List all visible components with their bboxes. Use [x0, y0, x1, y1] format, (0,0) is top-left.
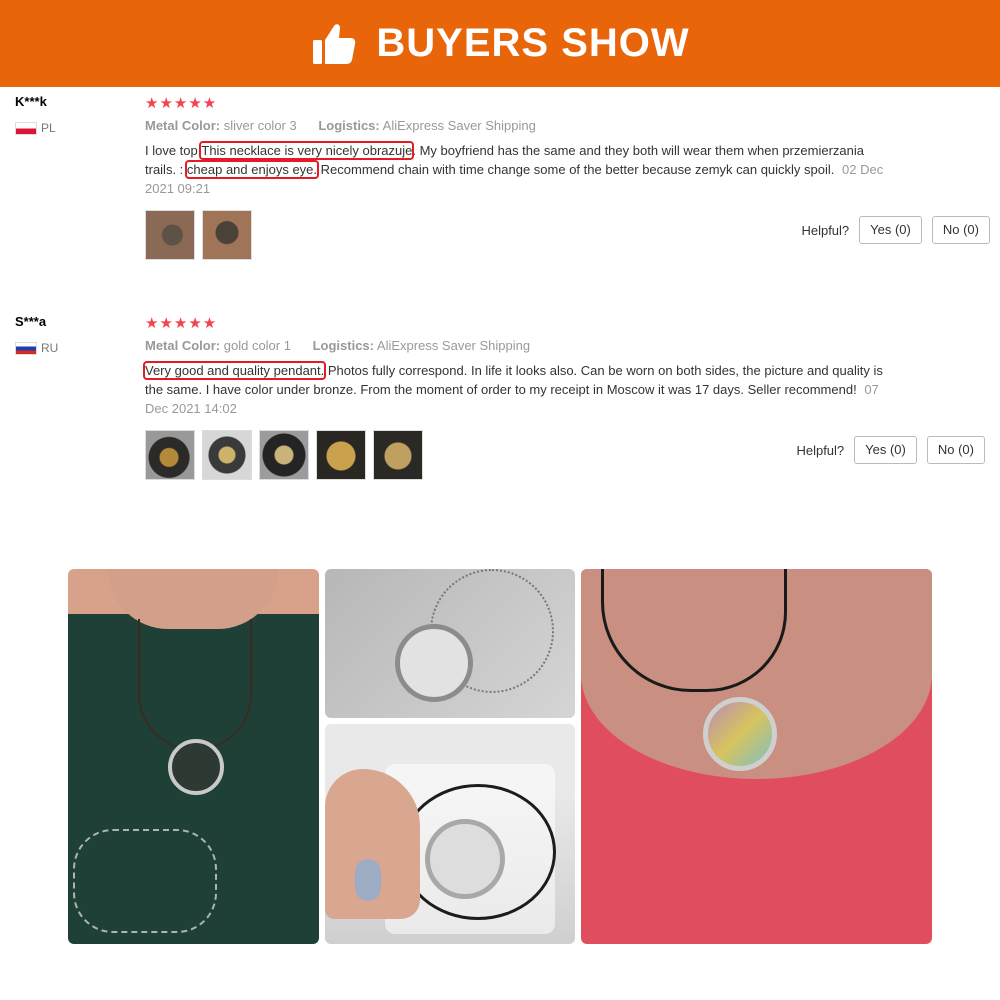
customer-photo-pendant-chain	[325, 569, 575, 718]
thumbs-up-icon	[313, 23, 356, 64]
metal-color-label: Metal Color:	[145, 338, 221, 353]
reviewer-name: S***a	[15, 314, 47, 329]
review-text: I love top.This necklace is very nicely …	[145, 141, 890, 198]
review-meta: Metal Color: sliver color 3 Logistics: A…	[145, 118, 890, 133]
helpful-votes: Helpful? Yes (0) No (0)	[801, 216, 990, 244]
russia-flag-icon	[15, 341, 37, 355]
logistics-value: AliExpress Saver Shipping	[382, 118, 536, 133]
review-meta: Metal Color: gold color 1 Logistics: Ali…	[145, 338, 890, 353]
review-item: K***k PL ★★★★★ Metal Color: sliver color…	[0, 94, 1000, 294]
review-content: ★★★★★ Metal Color: gold color 1 Logistic…	[142, 314, 890, 480]
review-text: Very good and quality pendant. Photos fu…	[142, 361, 890, 418]
review-text-segment: Recommend chain with time change some of…	[317, 162, 835, 177]
review-photo-thumbnail[interactable]	[373, 430, 423, 480]
logistics-label: Logistics:	[318, 118, 380, 133]
helpful-no-button[interactable]: No (0)	[931, 216, 990, 244]
helpful-no-button[interactable]: No (0)	[926, 436, 985, 464]
review-photo-thumbnail[interactable]	[145, 430, 195, 480]
buyers-show-banner: BUYERS SHOW	[0, 0, 1000, 87]
logistics-value: AliExpress Saver Shipping	[376, 338, 531, 353]
review-photo-thumbnail[interactable]	[316, 430, 366, 480]
review-content: ★★★★★ Metal Color: sliver color 3 Logist…	[145, 94, 890, 260]
highlighted-phrase: This necklace is very nicely obrazuje	[199, 141, 415, 160]
review-photo-thumbnail[interactable]	[145, 210, 195, 260]
review-photo-thumbnail[interactable]	[259, 430, 309, 480]
customer-photo-pink-shirt	[581, 569, 932, 944]
helpful-yes-button[interactable]: Yes (0)	[859, 216, 922, 244]
customer-photo-pendant-in-bag	[325, 724, 575, 944]
customer-photo-green-shirt	[68, 569, 319, 944]
reviewer-name: K***k	[15, 94, 47, 109]
reviewer-country: PL	[15, 121, 56, 135]
review-item: S***a RU ★★★★★ Metal Color: gold color 1…	[0, 314, 1000, 514]
highlighted-phrase: Very good and quality pendant.	[142, 361, 327, 380]
highlighted-phrase: cheap and enjoys eye.	[184, 160, 320, 179]
mountain-pendant-image	[425, 819, 505, 899]
mountain-pendant-image	[168, 739, 224, 795]
poland-flag-icon	[15, 121, 37, 135]
review-photos	[145, 430, 890, 480]
helpful-yes-button[interactable]: Yes (0)	[854, 436, 917, 464]
star-rating: ★★★★★	[145, 94, 218, 112]
metal-color-value: gold color 1	[223, 338, 291, 353]
metal-color-label: Metal Color:	[145, 118, 221, 133]
country-code: RU	[41, 341, 59, 355]
review-photos	[145, 210, 890, 260]
mountain-pendant-image	[395, 624, 473, 702]
country-code: PL	[41, 121, 56, 135]
helpful-label: Helpful?	[796, 442, 845, 458]
review-photo-thumbnail[interactable]	[202, 430, 252, 480]
star-rating: ★★★★★	[145, 314, 218, 332]
reviewer-country: RU	[15, 341, 58, 355]
mountain-pendant-image	[703, 697, 777, 771]
helpful-votes: Helpful? Yes (0) No (0)	[796, 436, 985, 464]
metal-color-value: sliver color 3	[223, 118, 297, 133]
review-text-segment: I love top.	[145, 143, 202, 158]
logistics-label: Logistics:	[312, 338, 374, 353]
review-photo-thumbnail[interactable]	[202, 210, 252, 260]
helpful-label: Helpful?	[801, 222, 850, 238]
banner-title: BUYERS SHOW	[376, 21, 690, 65]
